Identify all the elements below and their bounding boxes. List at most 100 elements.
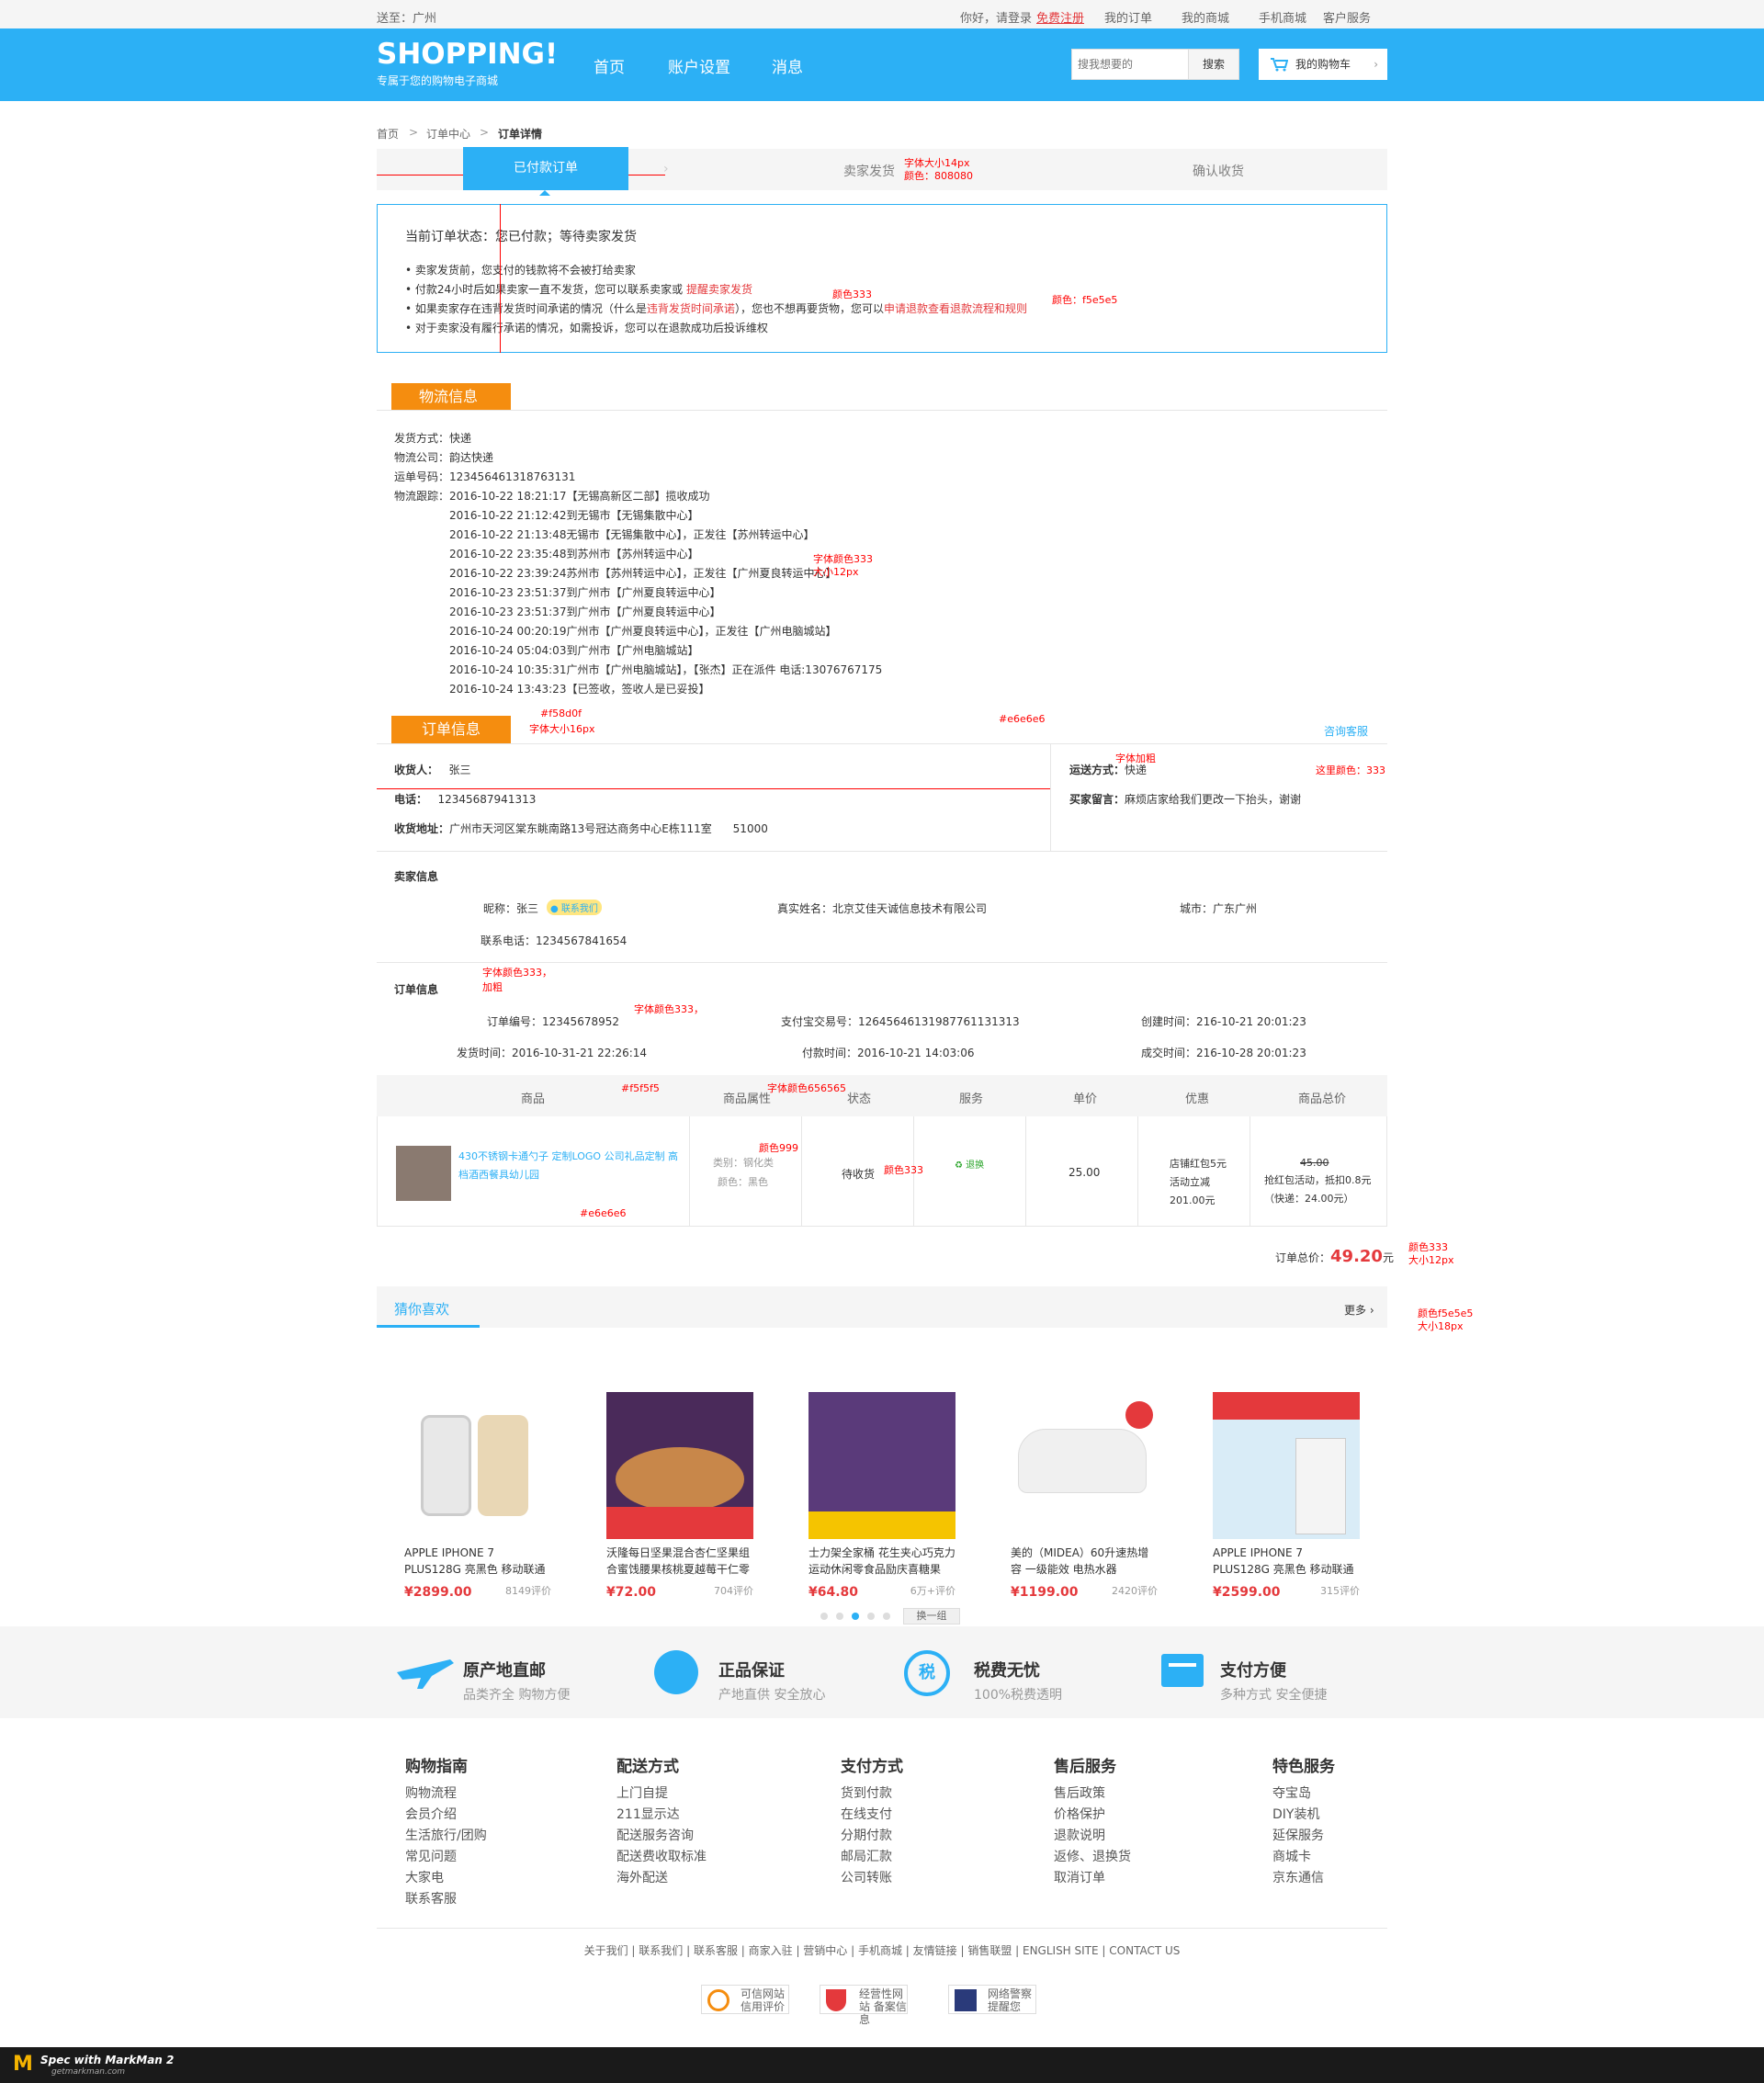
footer-link[interactable]: DIY装机 (1272, 1805, 1335, 1826)
carousel-dot[interactable] (820, 1613, 828, 1620)
my-orders-link[interactable]: 我的订单 (1104, 8, 1152, 26)
product-name[interactable]: 美的（MIDEA）60升速热增容 一级能效 电热水器 (1011, 1545, 1158, 1578)
footer-link[interactable]: 货到付款 (841, 1783, 903, 1805)
markman-bar: M Spec with MarkMan 2 getmarkman.com (0, 2047, 1764, 2083)
footer-link[interactable]: 配送服务咨询 (616, 1826, 707, 1847)
breadcrumb-home[interactable]: 首页 (377, 126, 399, 142)
track-item: 2016-10-22 21:12:42到无锡市【无锡集散中心】 (449, 509, 699, 522)
more-link[interactable]: 更多 › (1344, 1302, 1374, 1318)
trust-badge[interactable]: 网络警察 提醒您 (948, 1985, 1036, 2014)
chevron-right-icon: › (1374, 58, 1378, 71)
footer-link[interactable]: 取消订单 (1054, 1868, 1131, 1889)
guess-section-header: 猜你喜欢 更多 › (377, 1286, 1387, 1328)
footer-link[interactable]: 分期付款 (841, 1826, 903, 1847)
seller-nick: 昵称：张三 (483, 902, 539, 915)
switch-batch-button[interactable]: 换一组 (903, 1608, 960, 1625)
breadcrumb-order-center[interactable]: 订单中心 (426, 126, 470, 142)
refund-link[interactable]: 申请退款查看退款流程和规则 (884, 302, 1027, 315)
review-count: 704评价 (714, 1585, 753, 1597)
carousel-dot[interactable] (867, 1613, 875, 1620)
product-card[interactable]: APPLE IPHONE 7 PLUS128G 亮黑色 移动联通电信4G手机 ¥… (404, 1392, 551, 1600)
carousel-dot[interactable] (836, 1613, 843, 1620)
product-image[interactable] (1213, 1392, 1360, 1539)
carousel-dot-active[interactable] (852, 1613, 859, 1620)
product-image[interactable] (404, 1392, 551, 1539)
trust-badge[interactable]: 可信网站 信用评价 (701, 1985, 789, 2014)
product-image[interactable] (606, 1392, 753, 1539)
trust-badge[interactable]: 经营性网站 备案信息 (820, 1985, 908, 2026)
product-card[interactable]: APPLE IPHONE 7 PLUS128G 亮黑色 移动联通电信4G手机 ¥… (1213, 1392, 1360, 1600)
product-card[interactable]: 沃隆每日坚果混合杏仁坚果组合蜜饯腰果核桃夏越莓干仁零 ¥72.00 704评价 (606, 1392, 753, 1600)
cart-button[interactable]: 我的购物车 › (1259, 49, 1387, 80)
footer-link[interactable]: 配送费收取标准 (616, 1847, 707, 1868)
return-icon: ♻ (955, 1160, 967, 1171)
search-input[interactable] (1072, 50, 1190, 79)
footer-link[interactable]: 联系客服 (405, 1889, 487, 1910)
search-button[interactable]: 搜索 (1188, 50, 1238, 79)
register-link[interactable]: 免费注册 (1036, 8, 1084, 26)
product-image[interactable] (808, 1392, 956, 1539)
my-mall-link[interactable]: 我的商城 (1182, 8, 1229, 26)
mobile-mall-link[interactable]: 手机商城 (1259, 8, 1306, 26)
footer-link[interactable]: 返修、退换货 (1054, 1847, 1131, 1868)
footer-link[interactable]: 退款说明 (1054, 1826, 1131, 1847)
product-name-link[interactable]: 430不锈钢卡通勺子 定制LOGO 公司礼品定制 高档酒西餐具幼儿园 (458, 1148, 679, 1184)
footer-link[interactable]: 生活旅行/团购 (405, 1826, 487, 1847)
login-link[interactable]: 你好，请登录 (960, 8, 1032, 26)
product-name[interactable]: APPLE IPHONE 7 PLUS128G 亮黑色 移动联通电信4G手机 (1213, 1545, 1360, 1578)
footer-link[interactable]: 大家电 (405, 1868, 487, 1889)
product-image[interactable] (1011, 1392, 1158, 1539)
nav-home[interactable]: 首页 (594, 54, 625, 77)
th-price: 单价 (1073, 1092, 1098, 1106)
track-item: 2016-10-22 21:13:48无锡市【无锡集散中心】，正发往【苏州转运中… (449, 528, 815, 541)
ship-method: 发货方式：快递 (394, 432, 472, 445)
footer-link[interactable]: 会员介绍 (405, 1805, 487, 1826)
footer-link[interactable]: 在线支付 (841, 1805, 903, 1826)
footer-col-guide: 购物指南 购物流程 会员介绍 生活旅行/团购 常见问题 大家电 联系客服 (405, 1753, 487, 1910)
product-card[interactable]: 士力架全家桶 花生夹心巧克力运动休闲零食品励庆喜糖果 ¥64.80 6万+评价 (808, 1392, 956, 1600)
chevron-right-icon: > (480, 126, 490, 139)
footer-link[interactable]: 延保服务 (1272, 1826, 1335, 1847)
footer-links[interactable]: 关于我们 | 联系我们 | 联系客服 | 商家入驻 | 营销中心 | 手机商城 … (0, 1942, 1764, 1958)
footer-link[interactable]: 邮局汇款 (841, 1847, 903, 1868)
annotation: 字体颜色333， (482, 967, 552, 979)
footer-link[interactable]: 夺宝岛 (1272, 1783, 1335, 1805)
carousel-dot[interactable] (883, 1613, 890, 1620)
promise-link[interactable]: 违背发货时间承诺 (647, 302, 735, 315)
annotation: 颜色：f5e5e5 (1052, 294, 1118, 306)
order-info-tab: 订单信息 (391, 716, 511, 743)
footer-link[interactable]: 211显示达 (616, 1805, 707, 1826)
footer-link[interactable]: 京东通信 (1272, 1868, 1335, 1889)
annotation: 大小12px (1408, 1254, 1454, 1266)
product-thumbnail[interactable] (396, 1146, 451, 1201)
product-attr-color: 颜色：黑色 (718, 1176, 768, 1188)
product-name[interactable]: 沃隆每日坚果混合杏仁坚果组合蜜饯腰果核桃夏越莓干仁零 (606, 1545, 753, 1578)
footer-link[interactable]: 海外配送 (616, 1868, 707, 1889)
nav-messages[interactable]: 消息 (772, 54, 803, 77)
consult-link[interactable]: 咨询客服 (1324, 723, 1368, 739)
track-label: 物流跟踪： (394, 490, 450, 503)
product-name[interactable]: APPLE IPHONE 7 PLUS128G 亮黑色 移动联通电信4G手机 (404, 1545, 551, 1578)
product-card[interactable]: 美的（MIDEA）60升速热增容 一级能效 电热水器 ¥1199.00 2420… (1011, 1392, 1158, 1600)
customer-service-link[interactable]: 客户服务 (1323, 8, 1371, 26)
contact-seller-button[interactable]: ● 联系我们 (547, 900, 602, 915)
footer-link[interactable]: 商城卡 (1272, 1847, 1335, 1868)
nav-account[interactable]: 账户设置 (668, 54, 730, 77)
footer-link[interactable]: 价格保护 (1054, 1805, 1131, 1826)
footer-link[interactable]: 公司转账 (841, 1868, 903, 1889)
step-paid: 已付款订单 (463, 147, 628, 190)
return-service[interactable]: ♻ 退换 (955, 1157, 984, 1171)
footer-link[interactable]: 常见问题 (405, 1847, 487, 1868)
status-title: 当前订单状态：您已付款；等待卖家发货 (405, 230, 637, 244)
logo[interactable]: SHOPPING! (377, 38, 558, 71)
divider (377, 410, 1387, 411)
plane-icon (395, 1652, 456, 1696)
waybill-no: 运单号码：123456461318763131 (394, 470, 576, 483)
footer-link[interactable]: 上门自提 (616, 1783, 707, 1805)
annotation: 颜色999 (759, 1142, 798, 1154)
product-name[interactable]: 士力架全家桶 花生夹心巧克力运动休闲零食品励庆喜糖果 (808, 1545, 956, 1578)
footer-link[interactable]: 购物流程 (405, 1783, 487, 1805)
footer-link[interactable]: 售后政策 (1054, 1783, 1131, 1805)
remind-seller-link[interactable]: 提醒卖家发货 (686, 283, 752, 296)
location[interactable]: 送至：广州 (377, 8, 436, 26)
